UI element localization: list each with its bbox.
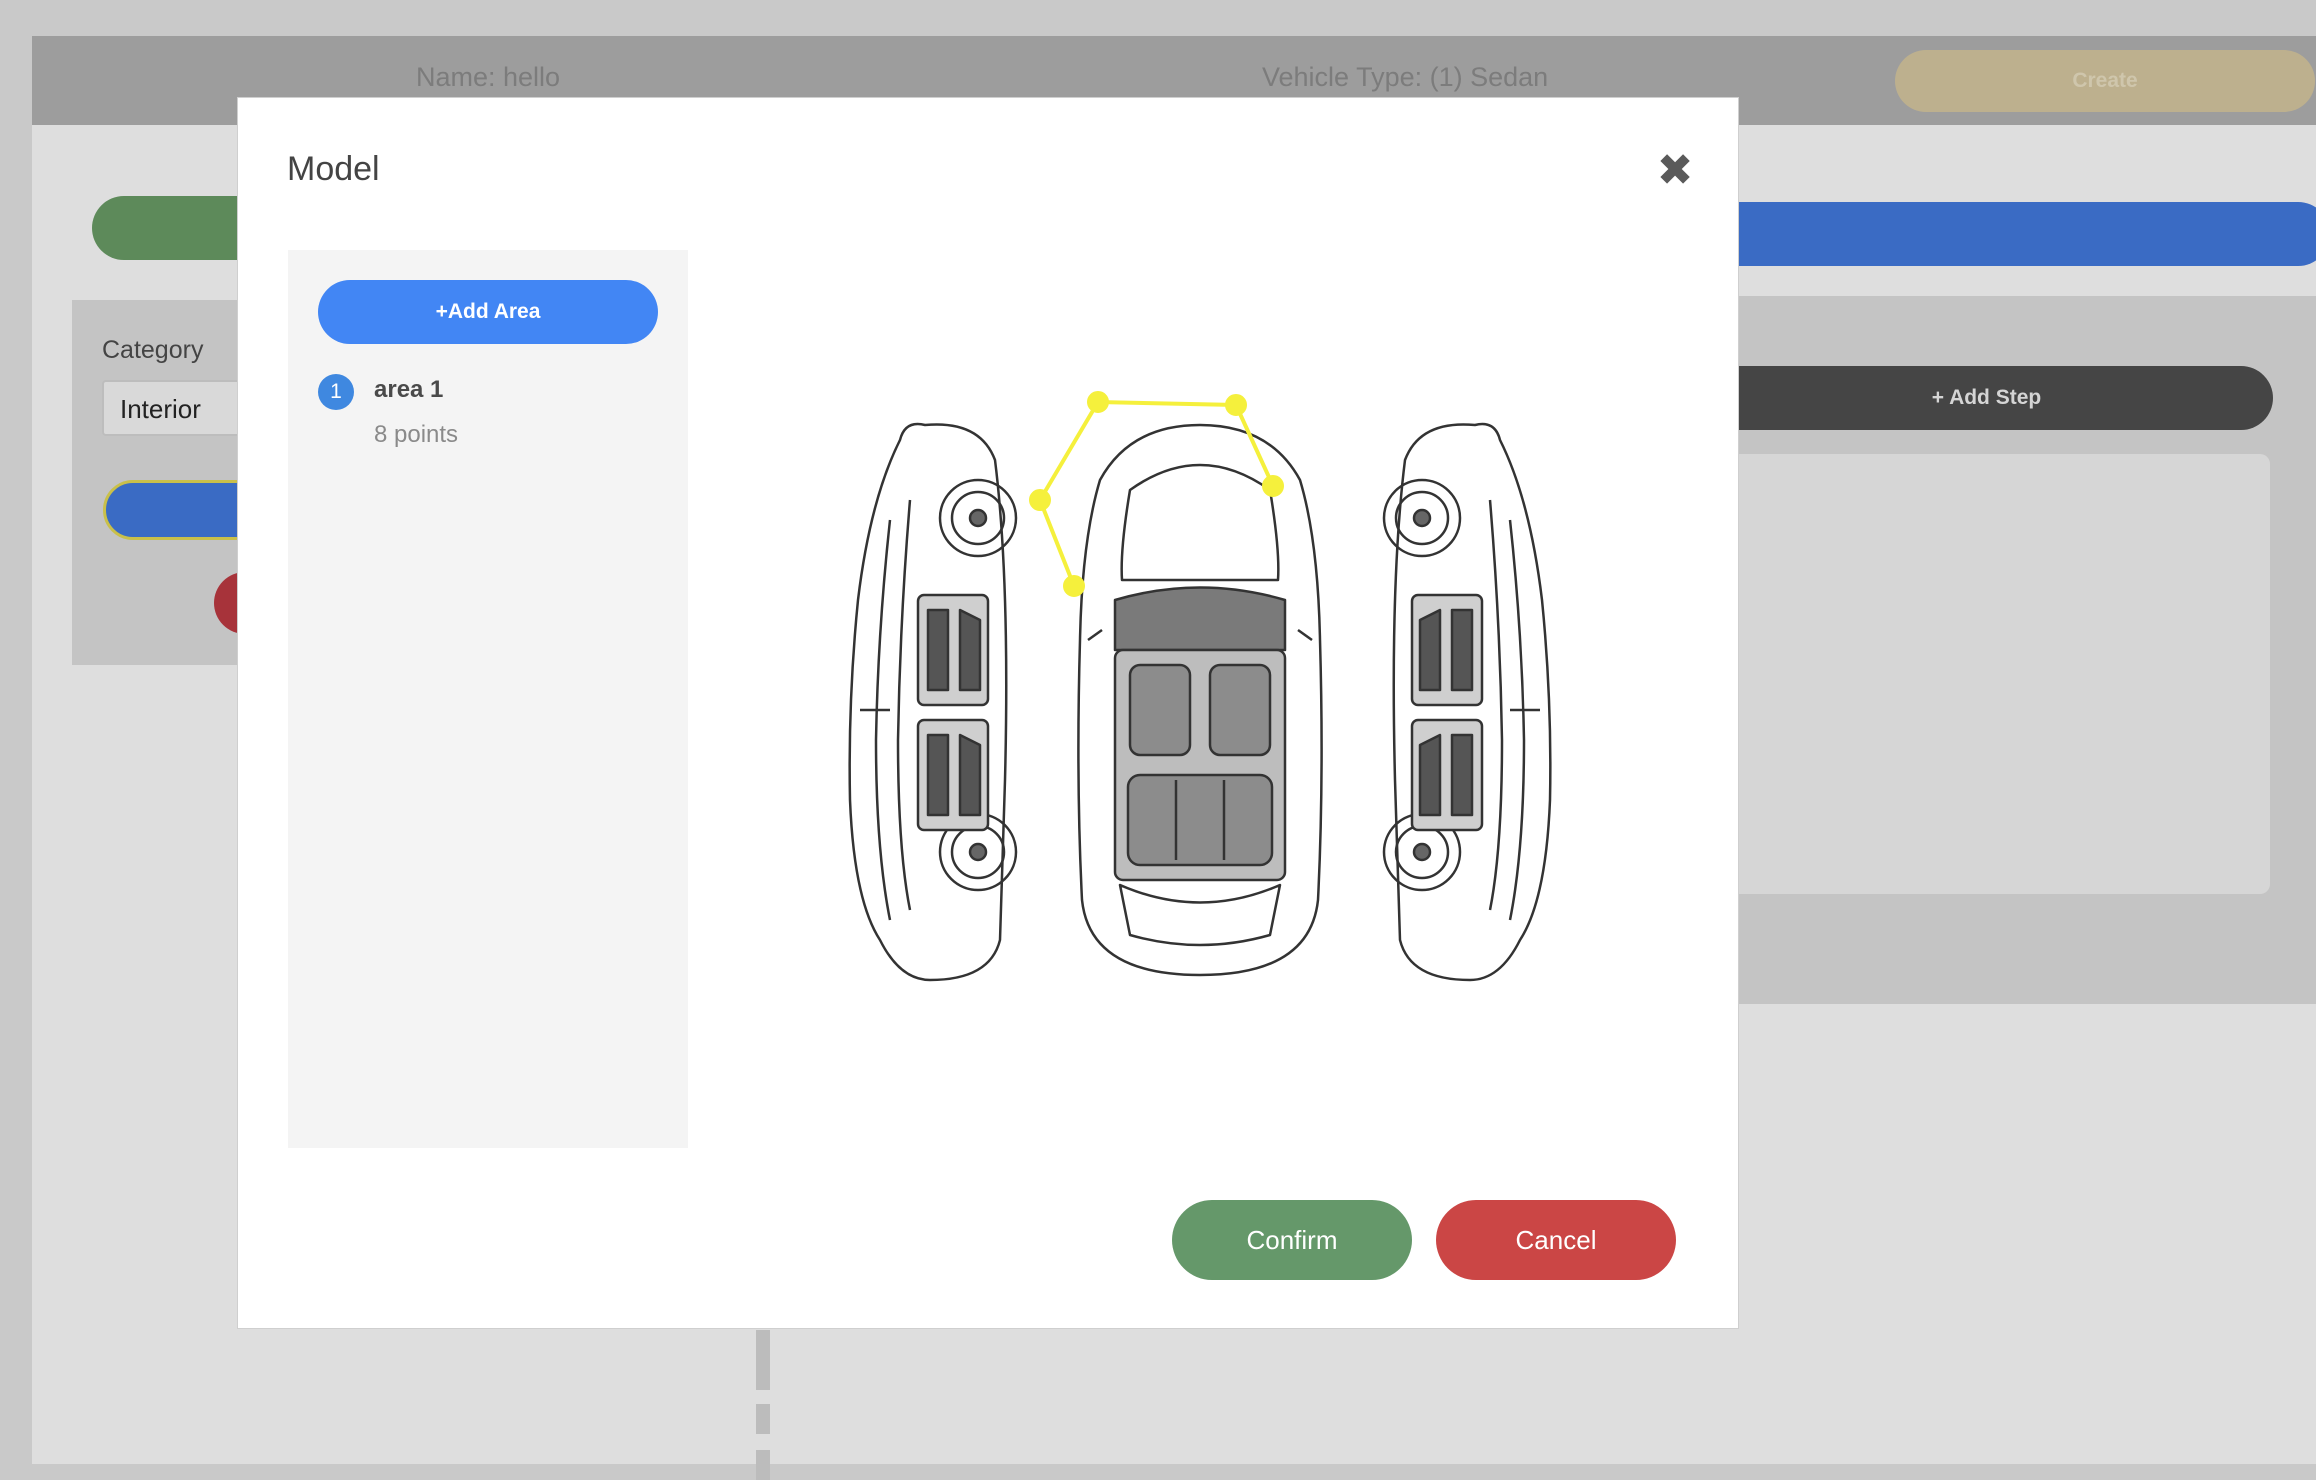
close-icon[interactable]: ✖ — [1654, 149, 1696, 193]
area-polygon — [1029, 391, 1284, 597]
car-top-view — [1077, 423, 1323, 977]
area-point — [1087, 391, 1109, 413]
divider-dash — [756, 1360, 770, 1390]
steps-card — [1700, 454, 2270, 894]
area-name[interactable]: area 1 — [374, 376, 443, 404]
car-left-side-view — [848, 422, 1018, 982]
confirm-button[interactable]: Confirm — [1172, 1200, 1412, 1280]
add-step-button[interactable]: + Add Step — [1700, 366, 2273, 430]
area-point — [1262, 475, 1284, 497]
car-diagram[interactable] — [830, 380, 1570, 1000]
divider-dash — [756, 1450, 770, 1480]
vehicle-name-text: Name: hello — [416, 62, 561, 92]
background-blue-button[interactable] — [1700, 202, 2316, 266]
category-label: Category — [102, 336, 204, 364]
car-right-side-view — [1382, 422, 1552, 982]
area-points-count: 8 points — [374, 421, 459, 448]
divider-dash — [756, 1330, 770, 1360]
modal-title: Model — [287, 150, 380, 188]
add-area-button[interactable]: +Add Area — [318, 280, 658, 344]
area-index-badge[interactable]: 1 — [318, 374, 354, 410]
area-point — [1225, 394, 1247, 416]
area-point — [1029, 489, 1051, 511]
cancel-button[interactable]: Cancel — [1436, 1200, 1676, 1280]
create-button[interactable]: Create — [1895, 50, 2315, 112]
divider-dash — [756, 1404, 770, 1434]
area-point — [1063, 575, 1085, 597]
vehicle-type-text: Vehicle Type: (1) Sedan — [1262, 62, 1549, 92]
